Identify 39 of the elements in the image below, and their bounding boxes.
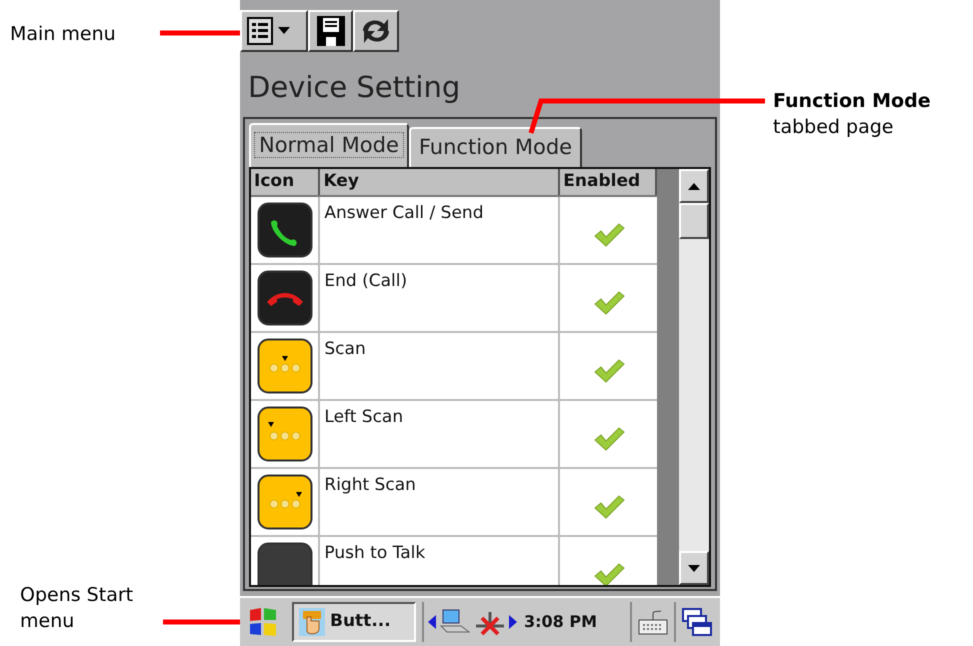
key-name: Right Scan [324,474,416,494]
left-scan-key-icon [256,406,313,462]
start-menu-annotation: Opens Start menu [20,583,134,634]
scroll-up-arrow-icon [688,182,700,190]
list-icon [246,16,274,46]
clock-time: 3:08 PM [524,611,598,633]
column-header: Key [320,169,560,194]
scan-key-icon [256,338,313,394]
keyboard-icon [637,608,669,636]
tab[interactable]: Normal Mode [249,123,409,167]
key-name: Push to Talk [324,542,426,562]
main-menu-button[interactable] [240,10,308,52]
column-header: Icon [251,169,320,194]
save-button[interactable] [308,10,353,52]
right-arrow-icon [509,615,517,629]
scrollbar[interactable] [679,169,709,585]
key-name: Left Scan [324,406,404,426]
scroll-down-arrow-icon [688,564,700,572]
cascaded-windows-icon [681,607,713,637]
key-name: Scan [324,338,366,358]
answer-phone-icon [256,202,313,258]
hang-up-phone-icon [256,270,313,326]
caret-icon [278,27,290,35]
column-header: Enabled [560,169,658,194]
key-name: End (Call) [324,270,408,290]
right-scan-key-icon [256,474,313,530]
taskbar-app-button[interactable]: Butt... [292,602,416,642]
key-name: Answer Call / Send [324,202,484,222]
hand-icon [298,607,326,637]
refresh-button[interactable] [353,10,399,52]
main-menu-annotation: Main menu [10,22,116,47]
scroll-thumb[interactable] [679,203,709,239]
page-title: Device Setting [248,69,462,105]
tab[interactable]: Function Mode [408,127,582,167]
left-arrow-icon [428,615,436,629]
app-key-icon [256,542,313,585]
function-mode-annotation-text: tabbed page [773,115,894,140]
windows-logo-icon [247,607,279,637]
function-mode-annotation-title: Function Mode [773,89,931,114]
